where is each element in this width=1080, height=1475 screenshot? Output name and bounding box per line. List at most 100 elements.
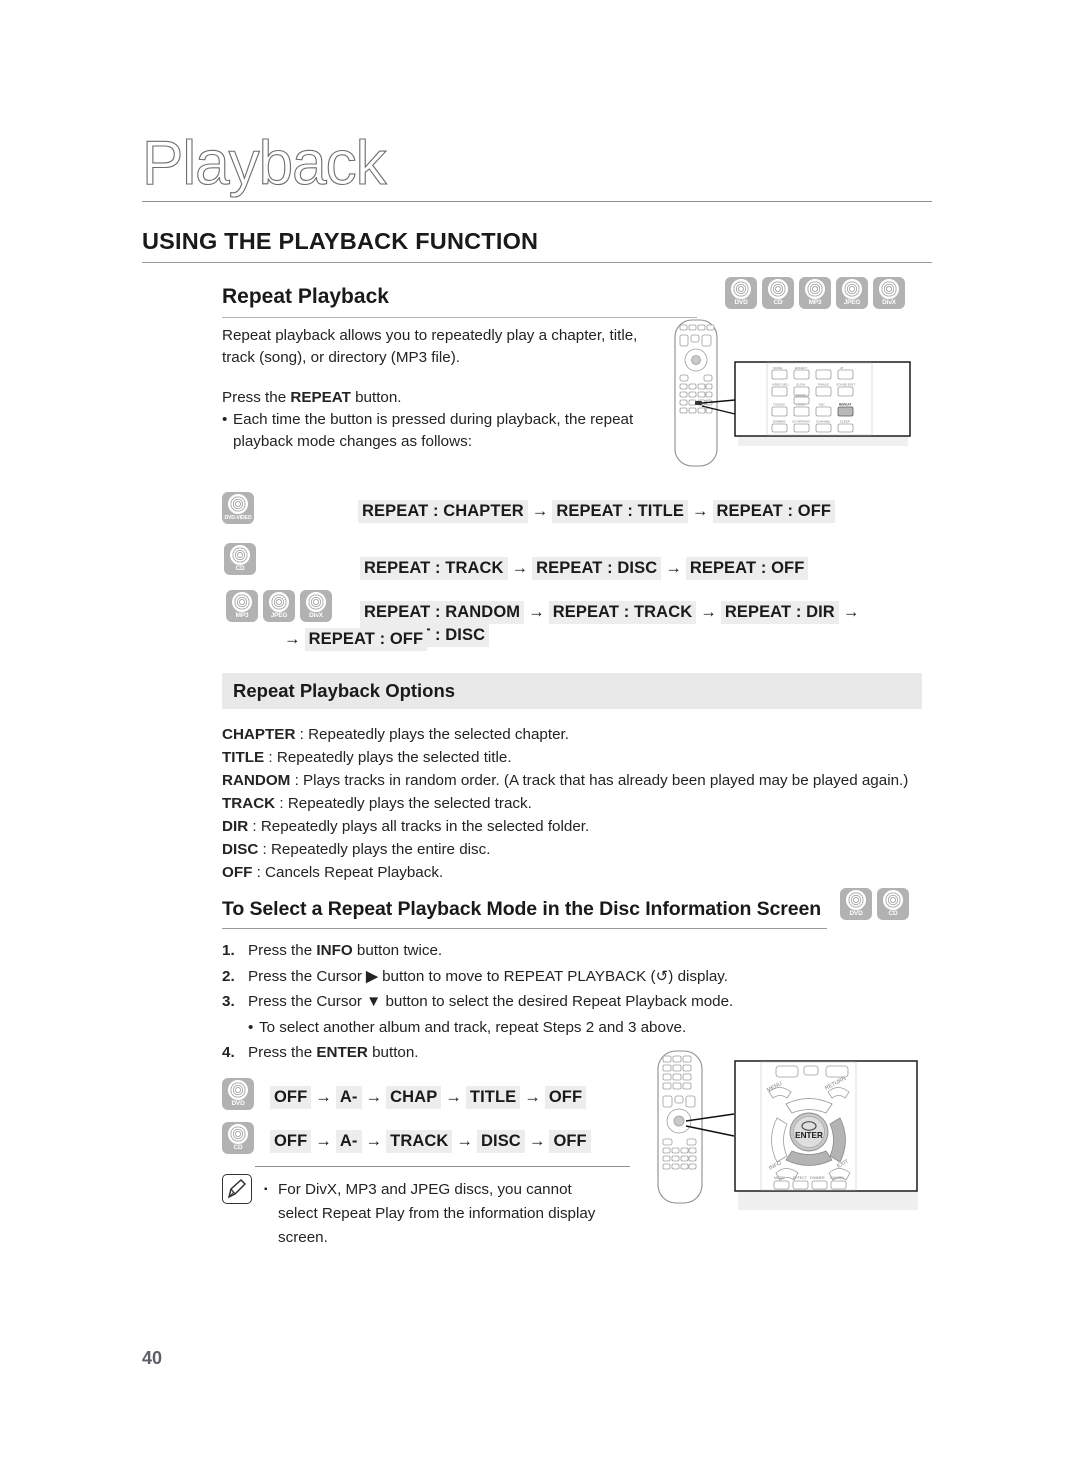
disc-icon <box>879 279 899 299</box>
disc-icon <box>768 279 788 299</box>
note-square-bullet: ▪ <box>264 1184 268 1195</box>
step-pre: Press the Cursor <box>248 993 367 1010</box>
svg-text:VIDEO SEL.: VIDEO SEL. <box>772 383 789 387</box>
flow-icons: DVD-VIDEO <box>222 492 254 524</box>
flow-arrow: → <box>665 559 682 577</box>
option-desc: : Repeatedly plays all tracks in the sel… <box>248 818 590 835</box>
repeat-flow-dvd-video-chips: REPEAT : CHAPTER → REPEAT : TITLE → REPE… <box>358 500 918 523</box>
repeat-flow-cd: CD <box>224 543 256 575</box>
option-term: TRACK <box>222 795 276 812</box>
note-line-1: For DivX, MP3 and JPEG discs, you cannot <box>278 1181 572 1198</box>
note-line-3: screen. <box>278 1229 328 1246</box>
disc-icon <box>269 592 289 612</box>
info-flow-cd-chips: OFF → A- → TRACK → DISC → OFF <box>270 1130 591 1153</box>
step-post: button to move to REPEAT PLAYBACK (↺) di… <box>377 967 728 985</box>
note-pen-icon <box>222 1174 252 1204</box>
repeat-playback-heading-block: Repeat Playback <box>222 285 697 318</box>
step-number: 3. <box>222 993 235 1010</box>
repeat-flow-dvd-video: DVD-VIDEO <box>222 492 254 524</box>
flow-arrow: → <box>315 1088 332 1106</box>
disc-badge-cd: CD <box>762 277 794 309</box>
bullet-dot: • <box>222 411 228 428</box>
chapter-title: Playback <box>141 129 387 198</box>
flow-arrow: → <box>524 1088 541 1106</box>
section-heading-rule <box>142 262 932 263</box>
option-term: DIR <box>222 818 249 835</box>
flow-chip: TRACK <box>386 1130 453 1153</box>
info-flow-cd: CD <box>222 1122 254 1154</box>
disc-badge-label: DVD <box>231 1100 245 1107</box>
flow-icons: MP3 JPEG DivX <box>226 590 332 622</box>
svg-text:TUNING: TUNING <box>773 403 785 407</box>
option-row-off: OFF : Cancels Repeat Playback. <box>222 861 932 884</box>
svg-text:MIC: MIC <box>819 403 825 407</box>
disc-badge-dvd-video: DVD-VIDEO <box>222 492 254 524</box>
flow-chip: OFF <box>270 1086 312 1109</box>
flow-chip: REPEAT : DIR <box>720 601 839 624</box>
option-row-random: RANDOM : Plays tracks in random order. (… <box>222 769 932 792</box>
remote-and-enterpad-illustration-bottom: ENTER MENU RETURN INFO EXIT MODE EFFECT D… <box>657 1050 918 1210</box>
remote-enter-pad-zoom: ENTER MENU RETURN INFO EXIT MODE EFFECT D… <box>734 1060 918 1192</box>
flow-arrow: → <box>528 603 545 621</box>
chapter-title-block: Playback <box>141 129 932 202</box>
flow-chip: OFF <box>270 1130 312 1153</box>
flow-chip: OFF <box>549 1130 591 1153</box>
flow-arrow: → <box>365 1088 383 1106</box>
section-heading-block: USING THE PLAYBACK FUNCTION <box>142 228 932 263</box>
flow-chip: REPEAT : CHAPTER <box>358 500 528 523</box>
svg-text:P.BASS: P.BASS <box>818 383 829 387</box>
disc-icon <box>842 279 862 299</box>
flow-arrow: → <box>700 603 717 621</box>
cursor-down-icon: ▼ <box>366 993 382 1010</box>
repeat-button-highlight <box>837 406 854 417</box>
step-2: 2. Press the Cursor ▶ button to move to … <box>222 964 782 990</box>
repeat-playback-body: Repeat playback allows you to repeatedly… <box>222 325 667 453</box>
bullet-text-1: Each time the button is pressed during p… <box>233 411 634 428</box>
flow-arrow: → <box>511 559 529 577</box>
step-pre: Press the <box>248 942 317 959</box>
step-post: button twice. <box>352 942 443 959</box>
cursor-right-icon: ▶ <box>366 967 378 985</box>
disc-icon <box>232 592 252 612</box>
disc-icon <box>228 494 248 514</box>
repeat-button-name: REPEAT <box>290 389 351 406</box>
flow-chip: REPEAT : TITLE <box>552 500 688 523</box>
disc-badge-label: DivX <box>309 612 323 619</box>
repeat-playback-heading-rule <box>222 317 697 318</box>
step-post: button. <box>367 1044 419 1061</box>
svg-text:MODE: MODE <box>773 366 782 370</box>
intro-line-2: track (song), or directory (MP3 file). <box>222 349 460 366</box>
repeat-options-title: Repeat Playback Options <box>233 680 456 701</box>
disc-badge-mp3: MP3 <box>226 590 258 622</box>
flow-chip: TITLE <box>465 1086 521 1109</box>
option-term: DISC <box>222 841 259 858</box>
disc-badge-label: DVD <box>734 299 748 306</box>
intro-line-1: Repeat playback allows you to repeatedly… <box>222 327 638 344</box>
repeat-flow-mp3-chips: REPEAT : RANDOM → REPEAT : TRACK → REPEA… <box>360 601 930 647</box>
info-screen-heading-rule <box>222 928 827 929</box>
disc-badge-label: JPEG <box>270 612 288 619</box>
option-desc: : Repeatedly plays the selected track. <box>275 795 532 812</box>
flow-chip: REPEAT : OFF <box>304 628 428 651</box>
flow-arrow: → <box>691 502 709 520</box>
section-heading: USING THE PLAYBACK FUNCTION <box>142 228 539 254</box>
disc-badge-label: DVD-VIDEO <box>224 515 252 521</box>
remote-control-top <box>674 319 718 467</box>
option-desc: : Cancels Repeat Playback. <box>252 864 444 881</box>
option-row-chapter: CHAPTER : Repeatedly plays the selected … <box>222 723 932 746</box>
option-desc: : Repeatedly plays the selected chapter. <box>295 726 569 743</box>
disc-icon <box>805 279 825 299</box>
flow-chip: DISC <box>477 1130 525 1153</box>
disc-badge-label: MP3 <box>235 612 249 619</box>
option-row-disc: DISC : Repeatedly plays the entire disc. <box>222 838 932 861</box>
svg-text:CANCEL: CANCEL <box>830 1176 845 1180</box>
flow-icons: DVD <box>222 1078 254 1110</box>
svg-text:SLOW: SLOW <box>796 383 805 387</box>
repeat-flow-cd-chips: REPEAT : TRACK → REPEAT : DISC → REPEAT … <box>360 557 920 580</box>
chapter-title-rule <box>142 201 932 202</box>
disc-badge-divx: DivX <box>873 277 905 309</box>
flow-chip: REPEAT : OFF <box>685 557 809 580</box>
flow-icons: CD <box>224 543 256 575</box>
svg-text:MODE: MODE <box>774 1176 785 1180</box>
disc-badge-label: DivX <box>882 299 896 306</box>
